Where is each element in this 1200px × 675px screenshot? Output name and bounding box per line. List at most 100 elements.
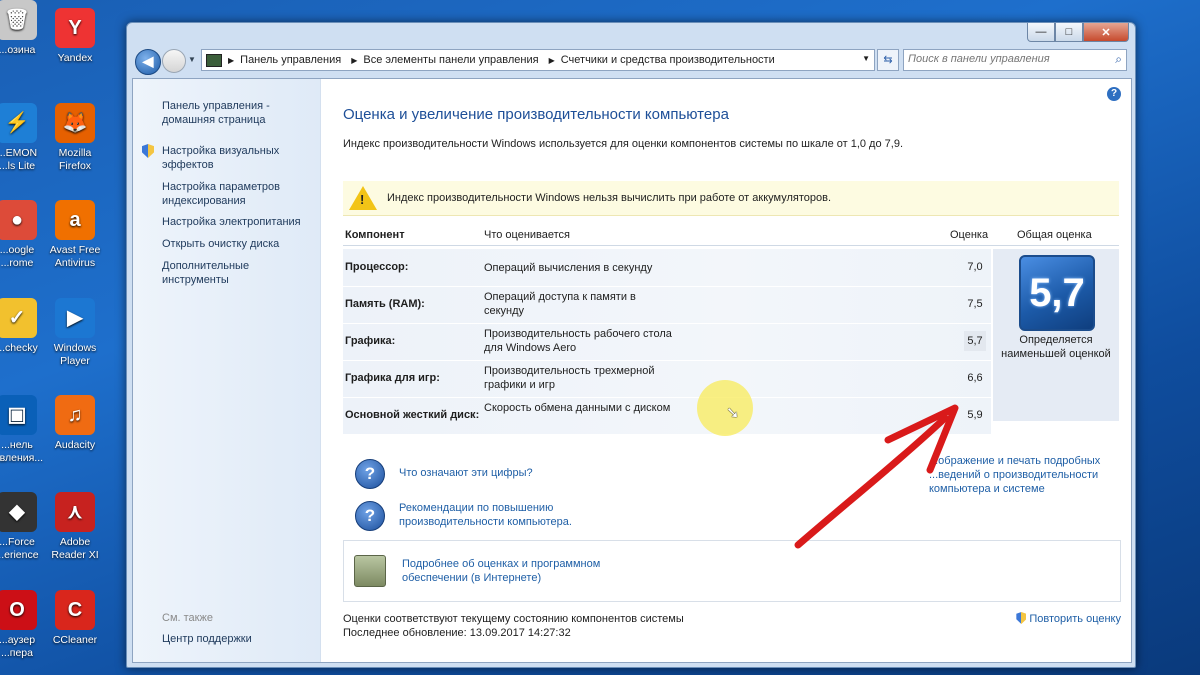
app-icon: Y xyxy=(55,8,95,48)
breadcrumb-separator-icon[interactable]: ▶ xyxy=(228,56,234,65)
header-base-score: Общая оценка xyxy=(1017,229,1092,241)
desktop-shortcut[interactable]: ♫ Audacity xyxy=(40,395,110,452)
desktop-shortcut[interactable]: ▶ Windows Player xyxy=(40,298,110,368)
online-info-box: Подробнее об оценках и программном обесп… xyxy=(343,540,1121,602)
rerun-assessment-link[interactable]: Повторить оценку xyxy=(1016,612,1121,625)
header-score: Оценка xyxy=(950,229,989,241)
breadcrumb-separator-icon[interactable]: ▶ xyxy=(351,56,357,65)
minimize-button[interactable]: — xyxy=(1027,23,1055,42)
sidebar-link-action-center[interactable]: Центр поддержки xyxy=(162,632,312,646)
sidebar-link-power[interactable]: Настройка электропитания xyxy=(162,215,312,229)
status-line-updated: Последнее обновление: 13.09.2017 14:27:3… xyxy=(343,627,571,639)
component-metric: Скорость обмена данными с диском xyxy=(484,402,671,414)
warning-icon: ! xyxy=(349,186,377,210)
question-icon: ? xyxy=(355,501,385,531)
tips-link[interactable]: ? Рекомендации по повышению производител… xyxy=(355,501,599,531)
component-score: 7,0 xyxy=(967,261,983,273)
desktop-shortcut[interactable]: ⋏ Adobe Reader XI xyxy=(40,492,110,562)
component-name: Графика: xyxy=(345,335,396,347)
desktop-shortcut[interactable]: 🦊 Mozilla Firefox xyxy=(40,103,110,173)
desktop-shortcut-label: Yandex xyxy=(57,52,93,64)
main-panel: ? Оценка и увеличение производительности… xyxy=(321,79,1129,662)
control-panel-icon xyxy=(206,53,222,67)
header-what: Что оценивается xyxy=(484,229,571,241)
content-area: Панель управления - домашняя страница На… xyxy=(132,78,1132,663)
see-also-heading: См. также xyxy=(162,612,213,624)
row-separator xyxy=(343,360,991,361)
app-icon: 🦊 xyxy=(55,103,95,143)
refresh-icon[interactable]: ⇆ xyxy=(877,49,899,71)
desktop-shortcut-label: Mozilla Firefox xyxy=(58,147,92,172)
desktop-shortcut-label: CCleaner xyxy=(52,634,98,646)
cursor-highlight xyxy=(697,380,753,436)
sidebar-link-advanced-tools[interactable]: Дополнительные инструменты xyxy=(162,259,312,287)
desktop-shortcut-label: Windows Player xyxy=(53,342,97,367)
sidebar-link-visual-effects[interactable]: Настройка визуальных эффектов xyxy=(162,144,312,172)
print-details-link[interactable]: ...ображение и печать подробных ...веден… xyxy=(929,454,1119,496)
sidebar-link-disk-cleanup[interactable]: Открыть очистку диска xyxy=(162,237,312,251)
navigation-bar: ◀ ▼ ▶ Панель управления ▶ Все элементы п… xyxy=(127,45,1135,75)
status-text: Оценки соответствуют текущему состоянию … xyxy=(343,612,684,640)
component-name: Основной жесткий диск: xyxy=(345,409,480,421)
recent-pages-chevron-icon[interactable]: ▼ xyxy=(188,55,196,64)
row-separator xyxy=(343,286,991,287)
component-metric: Производительность рабочего стола для Wi… xyxy=(484,328,672,354)
warning-text: Индекс производительности Windows нельзя… xyxy=(387,192,831,204)
title-bar[interactable]: — □ ✕ xyxy=(127,23,1135,45)
page-description: Индекс производительности Windows исполь… xyxy=(343,138,903,150)
app-icon: C xyxy=(55,590,95,630)
app-icon: 🗑 xyxy=(0,0,37,40)
app-icon: ♫ xyxy=(55,395,95,435)
address-bar[interactable]: ▶ Панель управления ▶ Все элементы панел… xyxy=(201,49,875,71)
component-name: Процессор: xyxy=(345,261,409,273)
row-separator xyxy=(343,397,991,398)
table-row: Графика: Производительность рабочего стол… xyxy=(343,323,991,360)
breadcrumb-control-panel[interactable]: Панель управления xyxy=(240,54,341,66)
base-score-panel: 5,7 Определяется наименьшей оценкой xyxy=(993,249,1119,421)
search-input[interactable] xyxy=(904,50,1098,68)
component-metric: Операций доступа к памяти в секунду xyxy=(484,291,636,317)
app-icon: ▶ xyxy=(55,298,95,338)
header-component: Компонент xyxy=(345,229,405,241)
breadcrumb-separator-icon[interactable]: ▶ xyxy=(549,56,555,65)
question-icon: ? xyxy=(355,459,385,489)
desktop-shortcut-label: Avast Free Antivirus xyxy=(49,244,101,269)
close-button[interactable]: ✕ xyxy=(1083,23,1129,42)
app-icon: ⚡ xyxy=(0,103,37,143)
sidebar-link-indexing[interactable]: Настройка параметров индексирования xyxy=(162,180,312,208)
maximize-button[interactable]: □ xyxy=(1055,23,1083,42)
help-icon[interactable]: ? xyxy=(1107,87,1121,101)
control-panel-window: — □ ✕ ◀ ▼ ▶ Панель управления ▶ Все элем… xyxy=(126,22,1136,668)
what-numbers-link-text[interactable]: Что означают эти цифры? xyxy=(399,466,533,480)
search-box[interactable]: ⌕ xyxy=(903,49,1127,71)
component-score: 5,7 xyxy=(964,331,986,351)
back-arrow-icon[interactable]: ◀ xyxy=(135,49,161,75)
desktop-shortcut[interactable]: Y Yandex xyxy=(40,8,110,65)
app-icon: a xyxy=(55,200,95,240)
page-title: Оценка и увеличение производительности к… xyxy=(343,106,729,123)
desktop-shortcut-label: Adobe Reader XI xyxy=(51,536,99,561)
forward-arrow-icon[interactable] xyxy=(162,49,186,73)
component-score: 6,6 xyxy=(967,372,983,384)
component-name: Графика для игр: xyxy=(345,372,440,384)
sidebar: Панель управления - домашняя страница На… xyxy=(133,79,321,662)
battery-warning-banner: ! Индекс производительности Windows нель… xyxy=(343,181,1119,216)
address-dropdown-icon[interactable]: ▼ xyxy=(862,54,870,63)
component-score: 7,5 xyxy=(967,298,983,310)
what-numbers-link[interactable]: ? Что означают эти цифры? xyxy=(355,459,533,489)
breadcrumb-performance[interactable]: Счетчики и средства производительности xyxy=(561,54,775,66)
table-row: Графика для игр: Производительность трехм… xyxy=(343,360,991,397)
sidebar-home-link[interactable]: Панель управления - домашняя страница xyxy=(162,99,312,127)
table-row: Основной жесткий диск: Скорость обмена да… xyxy=(343,397,991,434)
desktop-shortcut[interactable]: C CCleaner xyxy=(40,590,110,647)
search-icon[interactable]: ⌕ xyxy=(1115,52,1122,67)
tips-link-text[interactable]: Рекомендации по повышению производительн… xyxy=(399,501,599,529)
table-row: Процессор: Операций вычисления в секунду 7… xyxy=(343,249,991,286)
app-icon: ◆ xyxy=(0,492,37,532)
breadcrumb-all-items[interactable]: Все элементы панели управления xyxy=(363,54,538,66)
component-metric: Операций вычисления в секунду xyxy=(484,262,653,274)
desktop-shortcut[interactable]: a Avast Free Antivirus xyxy=(40,200,110,270)
online-info-link[interactable]: Подробнее об оценках и программном обесп… xyxy=(402,557,622,585)
app-icon: O xyxy=(0,590,37,630)
desktop-icons: 🗑 ...озина Y Yandex ⚡ ...EMON ...ls Lite 🦊 Mozi… xyxy=(0,0,128,675)
